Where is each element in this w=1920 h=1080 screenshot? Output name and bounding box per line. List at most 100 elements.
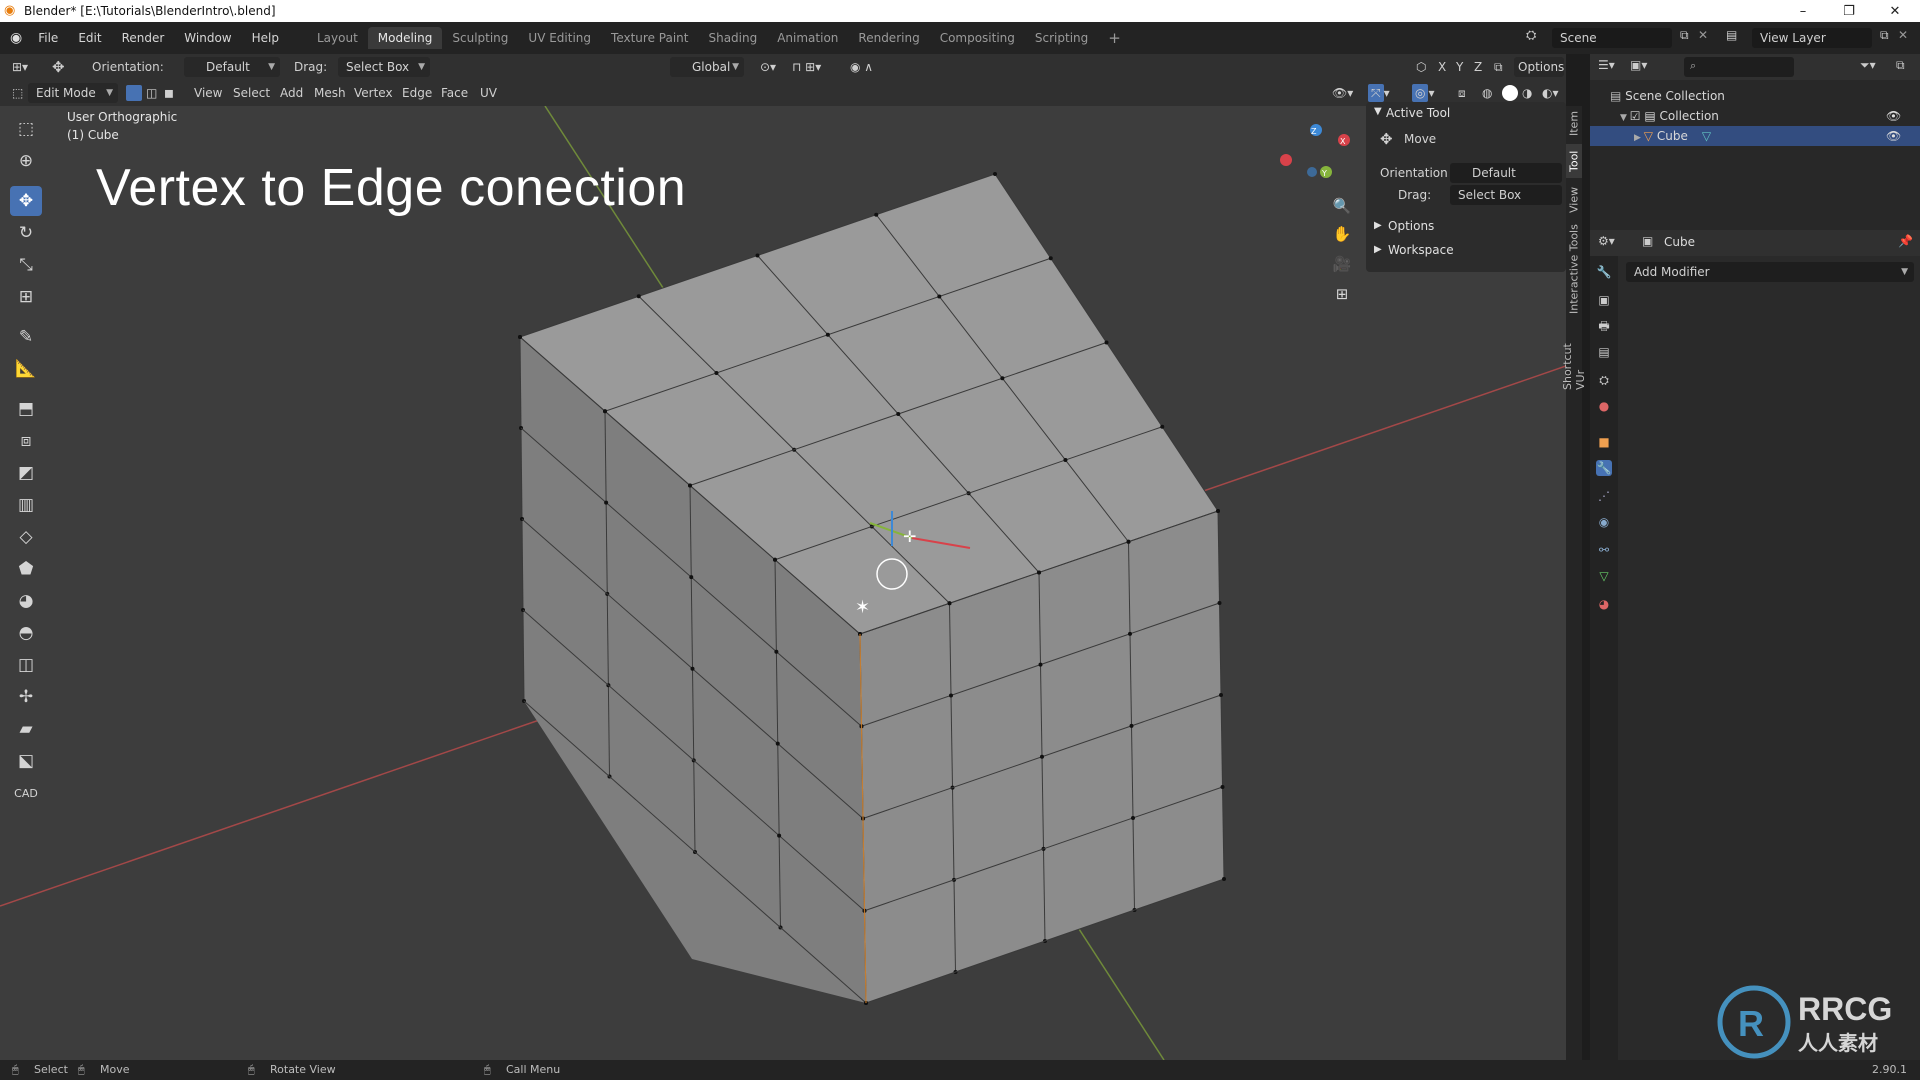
mesh-vertex[interactable] bbox=[993, 172, 997, 176]
maximize-button[interactable]: ❐ bbox=[1826, 0, 1872, 22]
mesh-vertex[interactable] bbox=[937, 294, 942, 299]
mesh-vertex[interactable] bbox=[947, 601, 952, 606]
add-modifier-dropdown[interactable]: Add Modifier ▼ bbox=[1626, 262, 1914, 282]
grid-toggle-icon[interactable]: ⊞ bbox=[1330, 282, 1354, 306]
mirror-x-toggle[interactable]: X bbox=[1438, 54, 1446, 80]
rip-region-tool-icon[interactable]: ⬕ bbox=[10, 746, 42, 776]
gizmo-neg-z-ball[interactable] bbox=[1307, 167, 1317, 177]
mesh-vertex[interactable] bbox=[1038, 662, 1043, 667]
extrude-tool-icon[interactable]: ⬒ bbox=[10, 394, 42, 424]
menu-window[interactable]: Window bbox=[174, 31, 241, 45]
mesh-vertex[interactable] bbox=[604, 500, 609, 505]
editor-type-icon[interactable]: ⊞▾ bbox=[12, 54, 28, 80]
delete-scene-icon[interactable]: ✕ bbox=[1698, 28, 1708, 42]
transform-orientation-dropdown[interactable]: Global ▼ bbox=[670, 57, 744, 77]
menu-face[interactable]: Face bbox=[441, 80, 468, 106]
edge-slide-tool-icon[interactable]: ◫ bbox=[10, 650, 42, 680]
outliner-collection[interactable]: ▼ ☑ ▤ Collection 👁 bbox=[1620, 106, 1901, 126]
mesh-vertex[interactable] bbox=[518, 335, 522, 339]
mesh-vertex[interactable] bbox=[825, 332, 830, 337]
mesh-vertex[interactable] bbox=[774, 649, 779, 654]
tab-animation[interactable]: Animation bbox=[767, 27, 848, 49]
drag-field[interactable]: Select Box bbox=[1450, 185, 1562, 205]
add-workspace-button[interactable]: + bbox=[1098, 27, 1131, 49]
knife-tool-icon[interactable]: ◇ bbox=[10, 522, 42, 552]
menu-file[interactable]: File bbox=[28, 31, 68, 45]
camera-view-icon[interactable]: 🎥 bbox=[1330, 252, 1354, 276]
outliner-search-input[interactable]: ⌕ bbox=[1684, 57, 1794, 77]
edge-select-icon[interactable]: ◫ bbox=[146, 80, 157, 106]
mesh-vertex[interactable] bbox=[1220, 785, 1225, 789]
active-tool-header[interactable]: Active Tool bbox=[1386, 106, 1450, 120]
menu-uv[interactable]: UV bbox=[480, 80, 497, 106]
properties-editor-icon[interactable]: ⚙▾ bbox=[1598, 234, 1615, 248]
tab-view[interactable]: View bbox=[1566, 182, 1582, 218]
menu-select[interactable]: Select bbox=[233, 80, 270, 106]
rotate-tool-icon[interactable]: ↻ bbox=[10, 218, 42, 248]
modifier-properties-icon[interactable]: 🔧 bbox=[1596, 460, 1612, 476]
auto-merge-icon[interactable]: ⧉ bbox=[1494, 54, 1503, 80]
3d-viewport[interactable]: ✛ ✶ bbox=[0, 106, 1566, 1060]
mesh-vertex[interactable] bbox=[690, 666, 695, 671]
drag-dropdown[interactable]: Select Box ▼ bbox=[338, 57, 430, 77]
shrink-fatten-tool-icon[interactable]: ✢ bbox=[10, 682, 42, 712]
mesh-vertex[interactable] bbox=[1222, 877, 1226, 881]
mesh-vertex[interactable] bbox=[1219, 693, 1223, 697]
world-properties-icon[interactable]: ● bbox=[1596, 398, 1612, 414]
workspace-section[interactable]: Workspace bbox=[1388, 243, 1454, 257]
collapse-arrow-icon[interactable]: ▶ bbox=[1374, 244, 1382, 255]
mesh-vertex[interactable] bbox=[603, 409, 607, 414]
tab-shortcut-vur[interactable]: Shortcut VUr bbox=[1561, 320, 1587, 390]
menu-add[interactable]: Add bbox=[280, 80, 303, 106]
menu-edge[interactable]: Edge bbox=[402, 80, 432, 106]
gizmo-neg-x-ball[interactable] bbox=[1280, 154, 1292, 166]
mode-dropdown[interactable]: Edit Mode ▼ bbox=[28, 83, 118, 103]
face-select-icon[interactable]: ◼ bbox=[164, 80, 174, 106]
pan-hand-icon[interactable]: ✋ bbox=[1330, 222, 1354, 246]
view-layer-selector[interactable]: View Layer bbox=[1752, 28, 1872, 48]
tab-modeling[interactable]: Modeling bbox=[367, 27, 443, 49]
orientation-field[interactable]: Default bbox=[1450, 163, 1562, 183]
material-properties-icon[interactable]: ◕ bbox=[1596, 596, 1612, 612]
mesh-vertex[interactable] bbox=[689, 575, 694, 580]
poly-build-tool-icon[interactable]: ⬟ bbox=[10, 554, 42, 584]
mesh-vertex[interactable] bbox=[896, 412, 901, 416]
options-dropdown[interactable]: Options bbox=[1514, 57, 1564, 77]
expand-arrow-icon[interactable]: ▶ bbox=[1634, 133, 1644, 143]
object-properties-icon[interactable]: ■ bbox=[1596, 434, 1612, 450]
pin-icon[interactable]: 📌 bbox=[1898, 234, 1913, 248]
mesh-vertex[interactable] bbox=[1000, 376, 1005, 381]
options-section[interactable]: Options bbox=[1388, 219, 1434, 233]
filter-icon[interactable]: ⏷▾ bbox=[1860, 58, 1876, 73]
outliner-scene-collection[interactable]: ▤ Scene Collection bbox=[1610, 86, 1725, 106]
constraints-properties-icon[interactable]: ⚯ bbox=[1596, 542, 1612, 558]
close-button[interactable]: ✕ bbox=[1872, 0, 1918, 22]
mesh-vertex[interactable] bbox=[1037, 570, 1041, 575]
loop-cut-tool-icon[interactable]: ▥ bbox=[10, 490, 42, 520]
expand-arrow-icon[interactable]: ▼ bbox=[1374, 106, 1382, 117]
scene-properties-icon[interactable]: ⛭ bbox=[1596, 372, 1612, 388]
transform-tool-icon[interactable]: ⊞ bbox=[10, 282, 42, 312]
particles-properties-icon[interactable]: ⋰ bbox=[1596, 488, 1612, 504]
mesh-vertex[interactable] bbox=[777, 833, 782, 838]
snap-icon[interactable]: ⊓ ⊞▾ bbox=[792, 54, 821, 80]
mesh-vertex[interactable] bbox=[1104, 340, 1109, 345]
scene-selector[interactable]: Scene bbox=[1552, 28, 1672, 48]
new-collection-icon[interactable]: ⧉ bbox=[1896, 58, 1905, 73]
cursor-tool-icon[interactable]: ⊕ bbox=[10, 146, 42, 176]
mesh-vertex[interactable] bbox=[1048, 256, 1053, 261]
mesh-vertex[interactable] bbox=[1217, 601, 1222, 605]
cad-tool-icon[interactable]: CAD bbox=[10, 778, 42, 808]
mesh-vertex[interactable] bbox=[949, 693, 953, 698]
select-box-tool-icon[interactable]: ⬚ bbox=[10, 114, 42, 144]
mesh-vertex[interactable] bbox=[1128, 631, 1132, 636]
orientation-dropdown[interactable]: Default ▼ bbox=[184, 57, 280, 77]
shear-tool-icon[interactable]: ▰ bbox=[10, 714, 42, 744]
visibility-eye-icon[interactable]: 👁 bbox=[1886, 126, 1901, 146]
new-scene-icon[interactable]: ⧉ bbox=[1680, 28, 1689, 43]
render-properties-icon[interactable]: ▣ bbox=[1596, 292, 1612, 308]
outliner-editor-icon[interactable]: ☰▾ bbox=[1598, 58, 1615, 72]
view-layer-properties-icon[interactable]: ▤ bbox=[1596, 344, 1612, 360]
mesh-data-properties-icon[interactable]: ▽ bbox=[1596, 568, 1612, 584]
tab-interactive-tools[interactable]: Interactive Tools bbox=[1566, 222, 1582, 316]
